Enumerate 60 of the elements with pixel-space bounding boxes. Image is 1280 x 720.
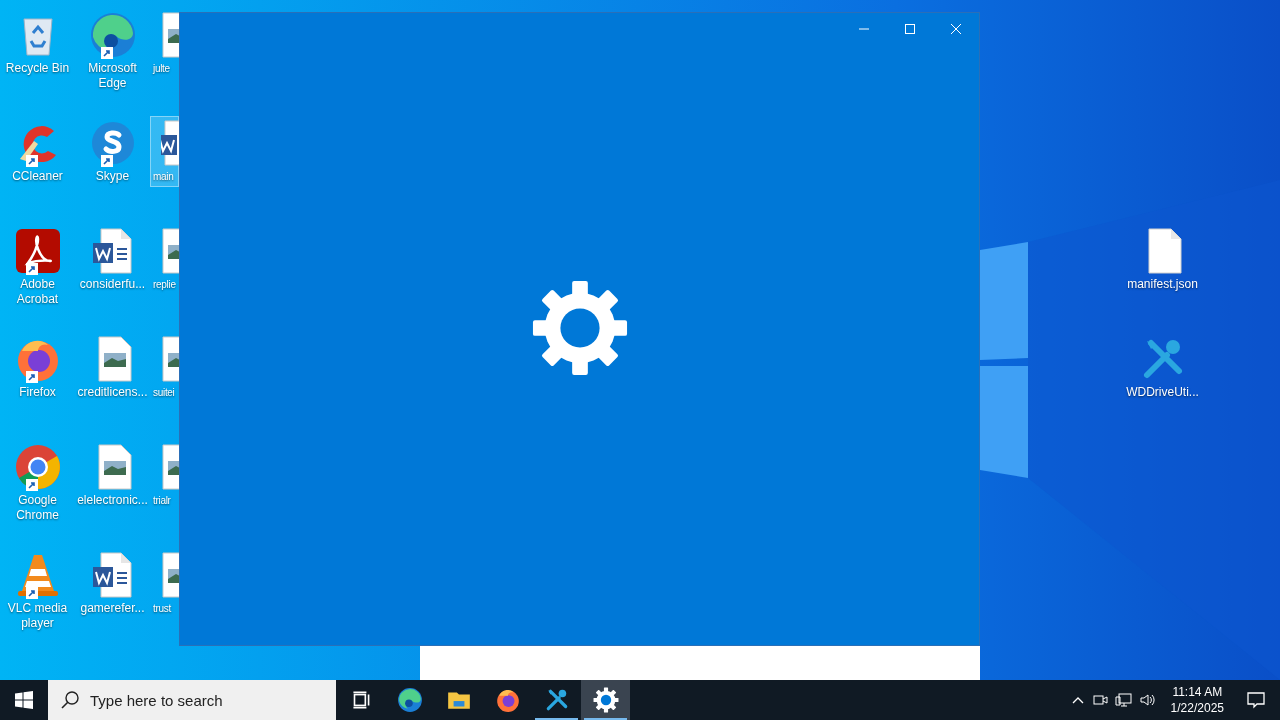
clock[interactable]: 11:14 AM 1/22/2025 [1162, 680, 1232, 720]
desktop-icon[interactable]: Recycle Bin [0, 8, 75, 79]
icon-label: Microsoft Edge [87, 61, 138, 91]
desktop-icon[interactable]: creditlicens... [75, 332, 150, 403]
icon-label: Google Chrome [15, 493, 60, 523]
desktop-icon[interactable]: Google Chrome [0, 440, 75, 526]
image-file-icon [161, 11, 179, 59]
icon-label: main [153, 170, 174, 184]
image-file-icon [161, 551, 179, 599]
edge-icon [396, 687, 423, 713]
icon-label: Adobe Acrobat [15, 277, 60, 307]
icon-label: replie [153, 278, 176, 292]
icon-label: manifest.json [1127, 277, 1198, 292]
desktop-icon[interactable]: elelectronic... [75, 440, 150, 511]
icon-label: gamerefer... [80, 601, 145, 616]
search-field[interactable]: Type here to search [48, 680, 336, 720]
word-document-icon [161, 119, 179, 167]
icon-label: WDDriveUti... [1126, 385, 1199, 400]
icon-label: suitei [153, 386, 175, 400]
icon-label: julte [153, 62, 170, 76]
edge-icon [88, 11, 137, 59]
running-indicator [535, 718, 578, 720]
icon-label: considerfu... [79, 277, 146, 292]
image-file-icon [161, 443, 179, 491]
desktop-icon[interactable]: CCleaner [0, 116, 75, 187]
search-icon [60, 690, 80, 710]
image-file-icon [161, 335, 179, 383]
icon-label: VLC media player [6, 601, 69, 631]
icon-label: trialr [153, 494, 171, 508]
windows-logo-icon [15, 691, 33, 709]
icon-label: CCleaner [12, 169, 63, 184]
icon-label: creditlicens... [77, 385, 148, 400]
desktop-icon[interactable]: Firefox [0, 332, 75, 403]
desktop-icon[interactable]: considerfu... [75, 224, 150, 295]
icon-label: Firefox [19, 385, 56, 400]
message-icon [1246, 690, 1266, 710]
desktop-icon[interactable]: Microsoft Edge [75, 8, 150, 94]
running-indicator [584, 718, 627, 720]
firefox-icon [494, 687, 521, 713]
chrome-icon [13, 443, 62, 491]
icon-label: Recycle Bin [5, 61, 70, 76]
desktop-icon[interactable]: manifest.json [1125, 224, 1200, 295]
clock-time: 11:14 AM [1172, 684, 1223, 700]
icon-label: Skype [95, 169, 130, 184]
network-icon[interactable] [1114, 691, 1133, 709]
taskbar-app-button[interactable] [581, 680, 630, 720]
desktop-icon[interactable]: gamerefer... [75, 548, 150, 619]
gear-icon [592, 687, 619, 713]
desktop-icon[interactable]: WDDriveUti... [1125, 332, 1200, 403]
gear-icon [530, 279, 629, 377]
clock-date: 1/22/2025 [1170, 700, 1224, 716]
desktop-icon[interactable]: Adobe Acrobat [0, 224, 75, 310]
desktop-icon[interactable]: VLC media player [0, 548, 75, 634]
icon-label: elelectronic... [77, 493, 148, 508]
icon-label: trust [153, 602, 171, 616]
close-icon [951, 24, 961, 34]
desktop-icon[interactable]: Skype [75, 116, 150, 187]
speaker-icon[interactable] [1138, 691, 1157, 709]
image-file-icon [161, 227, 179, 275]
maximize-icon [905, 24, 915, 34]
